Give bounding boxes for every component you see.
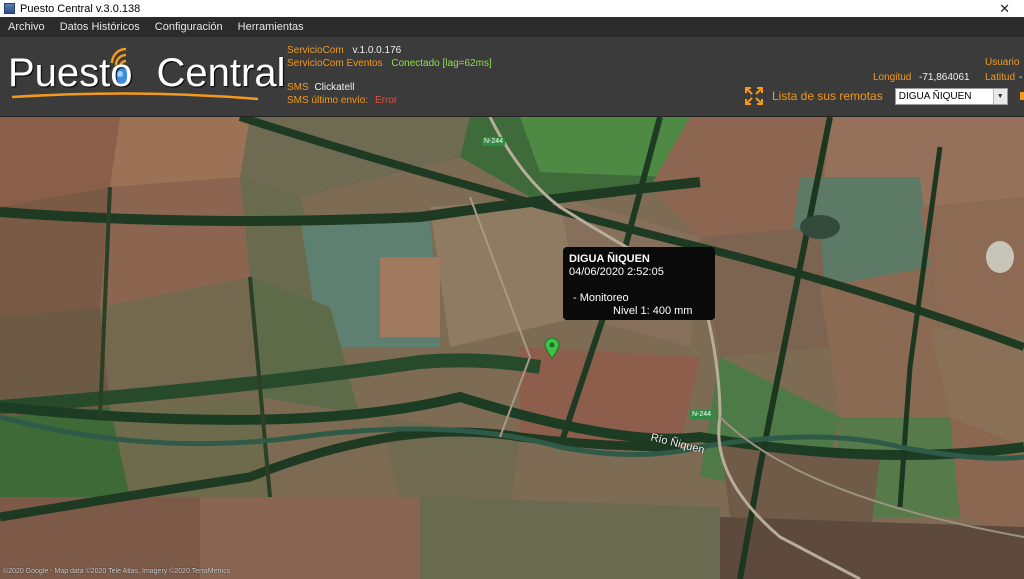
sms-row: SMS Clickatell (287, 82, 354, 93)
window-title: Puesto Central v.3.0.138 (20, 2, 141, 15)
menu-herramientas[interactable]: Herramientas (230, 21, 311, 33)
sms-last-value: Error (374, 95, 398, 106)
satellite-imagery (0, 117, 1024, 579)
sms-label: SMS (287, 82, 309, 93)
road-label-n244-bottom: N-244 (690, 410, 714, 419)
serviciocom-row: ServicioCom v.1.0.0.176 (287, 45, 401, 56)
menu-archivo[interactable]: Archivo (0, 21, 52, 33)
eventos-row: ServicioCom Eventos Conectado [lag=62ms] (287, 58, 492, 69)
map-attribution: ©2020 Google - Map data ©2020 Tele Atlas… (3, 568, 231, 575)
chevron-down-icon[interactable]: ▼ (992, 88, 1007, 104)
road-label-n244-top: N-244 (482, 137, 506, 146)
app-icon (4, 3, 15, 14)
remotes-label: Lista de sus remotas (772, 89, 883, 103)
menu-bar: Archivo Datos Históricos Configuración H… (0, 17, 1024, 37)
sms-last-label: SMS último envío: (287, 95, 369, 106)
sms-last-row: SMS último envío: Error (287, 95, 397, 106)
edge-indicator (1020, 92, 1024, 100)
station-info-popup[interactable]: DIGUA ÑIQUEN 04/06/2020 2:52:05 - Monito… (563, 247, 715, 320)
latitud-label: Latitud (985, 72, 1016, 83)
popup-mode: - Monitoreo (573, 292, 629, 304)
longitud-label: Longitud (873, 72, 912, 83)
usuario-label: Usuario (985, 57, 1020, 68)
menu-configuracion[interactable]: Configuración (147, 21, 230, 33)
location-marker-icon[interactable] (544, 337, 560, 359)
remote-select-value: DIGUA ÑIQUEN (898, 90, 972, 102)
eventos-label: ServicioCom Eventos (287, 58, 383, 69)
close-button[interactable]: ✕ (999, 0, 1010, 17)
menu-datos-historicos[interactable]: Datos Históricos (52, 21, 147, 33)
sms-value: Clickatell (314, 82, 355, 93)
remote-selector-row: Lista de sus remotas DIGUA ÑIQUEN ▼ (744, 86, 1008, 106)
serviciocom-version: v.1.0.0.176 (352, 45, 402, 56)
logo: Puesto Central (8, 41, 285, 105)
longitud-value: -71,864061 (919, 72, 970, 83)
popup-level: Nivel 1: 400 mm (613, 305, 693, 317)
serviciocom-label: ServicioCom (287, 45, 344, 56)
expand-icon[interactable] (744, 86, 764, 106)
latitud-value: - (1019, 72, 1023, 83)
remote-select[interactable]: DIGUA ÑIQUEN ▼ (894, 87, 1008, 105)
title-bar: Puesto Central v.3.0.138 ✕ (0, 0, 1024, 17)
eventos-status: Conectado [lag=62ms] (391, 58, 492, 69)
popup-datetime: 04/06/2020 2:52:05 (569, 266, 664, 278)
popup-station-name: DIGUA ÑIQUEN (569, 253, 650, 265)
logo-text: Puesto Central (8, 51, 286, 95)
map-view[interactable]: N-244 N-244 (0, 117, 1024, 579)
